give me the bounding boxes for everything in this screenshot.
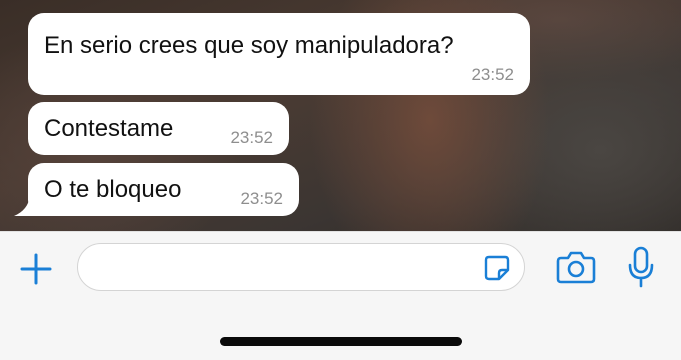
message-timestamp: 23:52: [471, 65, 514, 84]
message-bubble[interactable]: O te bloqueo 23:52: [28, 163, 299, 216]
message-input-field[interactable]: [77, 243, 525, 291]
message-text: En serio crees que soy manipuladora?: [44, 32, 454, 59]
microphone-icon[interactable]: [627, 246, 655, 288]
message-text: Contestame: [44, 115, 174, 142]
sticker-icon[interactable]: [484, 255, 510, 281]
camera-icon[interactable]: [556, 250, 596, 284]
message-bubble[interactable]: En serio crees que soy manipuladora? 23:…: [28, 13, 530, 95]
message-bubble[interactable]: Contestame 23:52: [28, 102, 289, 155]
message-input[interactable]: [94, 254, 478, 282]
plus-icon[interactable]: [19, 252, 53, 286]
message-text: O te bloqueo: [44, 176, 182, 203]
message-timestamp: 23:52: [230, 128, 273, 147]
message-timestamp: 23:52: [240, 189, 283, 208]
chat-area: En serio crees que soy manipuladora? 23:…: [0, 0, 681, 231]
home-indicator[interactable]: [220, 337, 462, 346]
